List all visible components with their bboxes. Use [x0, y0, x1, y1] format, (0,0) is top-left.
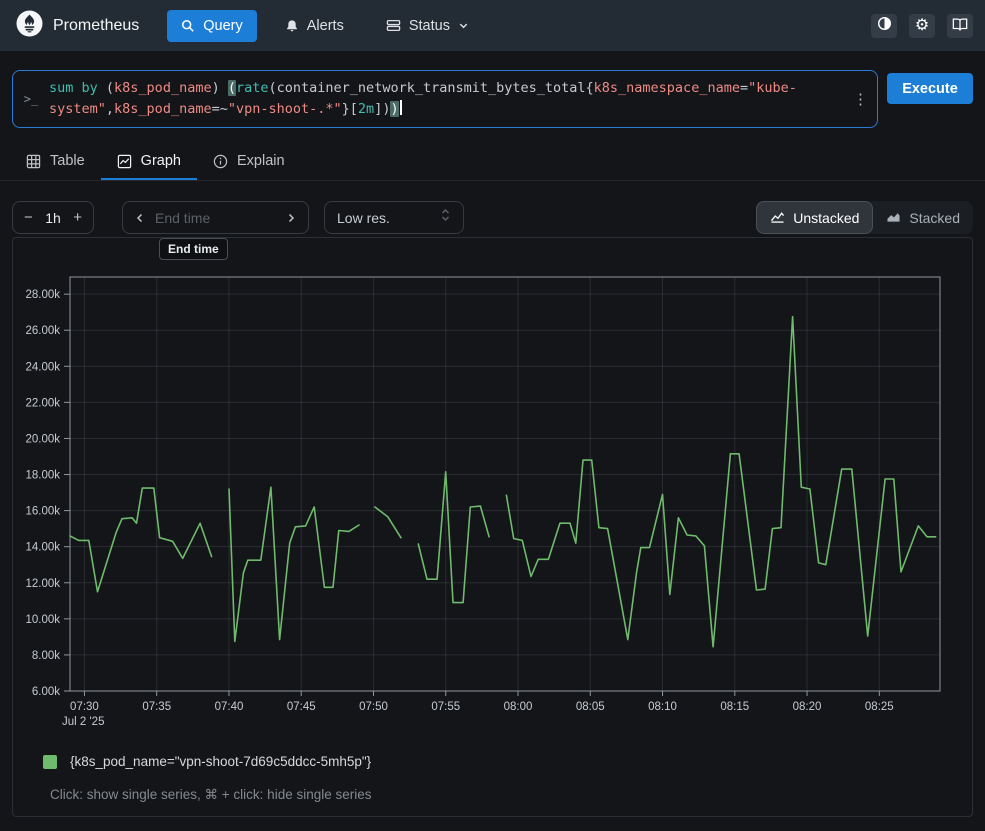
- svg-text:18.00k: 18.00k: [25, 470, 60, 482]
- terminal-prompt-icon: >_: [13, 92, 49, 106]
- promql-expression-input[interactable]: >_ sum by (k8s_pod_name) (rate(container…: [12, 70, 878, 128]
- svg-text:14.00k: 14.00k: [25, 542, 60, 554]
- bell-icon: [285, 19, 299, 33]
- chevron-down-icon: [458, 20, 469, 31]
- time-back-button[interactable]: [134, 212, 146, 224]
- area-chart-icon: [886, 210, 901, 226]
- svg-text:08:25: 08:25: [865, 701, 894, 713]
- theme-toggle-button[interactable]: [871, 14, 897, 38]
- svg-text:12.00k: 12.00k: [25, 578, 60, 590]
- search-icon: [181, 19, 195, 33]
- svg-text:07:50: 07:50: [359, 701, 388, 713]
- stacking-segmented-control: Unstacked Stacked: [756, 201, 973, 234]
- result-tabs: Table Graph Explain: [0, 145, 985, 181]
- nav-alerts[interactable]: Alerts: [271, 10, 358, 42]
- graph-panel: 28.00k 26.00k 24.00k 22.00k 20.00k 18.00k 16.0…: [12, 237, 973, 817]
- app-title: Prometheus: [53, 17, 139, 35]
- info-icon: [213, 154, 228, 169]
- svg-text:24.00k: 24.00k: [25, 361, 60, 373]
- svg-text:07:40: 07:40: [215, 701, 244, 713]
- range-stepper[interactable]: − 1h +: [12, 201, 94, 234]
- range-decrease-button[interactable]: −: [24, 209, 33, 226]
- svg-text:28.00k: 28.00k: [25, 289, 60, 301]
- svg-text:07:45: 07:45: [287, 701, 316, 713]
- legend-series-label: {k8s_pod_name="vpn-shoot-7d69c5ddcc-5mh5…: [70, 754, 371, 769]
- svg-text:22.00k: 22.00k: [25, 397, 60, 409]
- tab-table-label: Table: [50, 153, 85, 169]
- table-icon: [26, 154, 41, 169]
- graph-controls: − 1h + End time Low res. Unstacked: [12, 201, 973, 234]
- svg-text:07:55: 07:55: [431, 701, 460, 713]
- svg-text:08:20: 08:20: [793, 701, 822, 713]
- legend-hint-text: Click: show single series, ⌘ + click: hi…: [50, 787, 972, 803]
- nav-query[interactable]: Query: [167, 10, 257, 42]
- unstacked-segment[interactable]: Unstacked: [756, 201, 873, 234]
- select-caret-icon: [440, 208, 451, 227]
- svg-text:Jul 2 '25: Jul 2 '25: [62, 716, 104, 728]
- tab-explain-label: Explain: [237, 153, 285, 169]
- server-stack-icon: [386, 18, 401, 33]
- svg-text:08:15: 08:15: [720, 701, 749, 713]
- tab-graph[interactable]: Graph: [101, 145, 197, 180]
- gear-icon: ⚙︎: [915, 18, 929, 34]
- svg-text:07:35: 07:35: [142, 701, 171, 713]
- range-increase-button[interactable]: +: [73, 209, 82, 226]
- end-time-placeholder[interactable]: End time: [155, 210, 285, 226]
- svg-text:07:30: 07:30: [70, 701, 99, 713]
- resolution-select[interactable]: Low res.: [324, 201, 464, 234]
- unstacked-label: Unstacked: [793, 210, 859, 226]
- svg-text:6.00k: 6.00k: [32, 686, 60, 698]
- nav-query-label: Query: [203, 18, 243, 34]
- nav-status-label: Status: [409, 18, 450, 34]
- graph-icon: [117, 154, 132, 169]
- end-time-tooltip: End time: [159, 238, 228, 260]
- text-cursor: [400, 100, 402, 115]
- promql-code[interactable]: sum by (k8s_pod_name) (rate(container_ne…: [49, 78, 797, 120]
- svg-text:16.00k: 16.00k: [25, 506, 60, 518]
- brand[interactable]: Prometheus: [16, 10, 139, 42]
- query-row: >_ sum by (k8s_pod_name) (rate(container…: [0, 51, 985, 128]
- promql-line-1: sum by (k8s_pod_name) (rate(container_ne…: [49, 78, 797, 99]
- svg-text:26.00k: 26.00k: [25, 325, 60, 337]
- end-time-input[interactable]: End time: [122, 201, 309, 234]
- line-chart-icon: [770, 210, 785, 226]
- range-value[interactable]: 1h: [45, 210, 61, 226]
- time-forward-button[interactable]: [285, 212, 297, 224]
- svg-text:08:00: 08:00: [504, 701, 533, 713]
- legend-item[interactable]: {k8s_pod_name="vpn-shoot-7d69c5ddcc-5mh5…: [43, 754, 972, 769]
- resolution-value: Low res.: [337, 210, 390, 226]
- svg-text:20.00k: 20.00k: [25, 433, 60, 445]
- tab-graph-label: Graph: [141, 153, 181, 169]
- tab-table[interactable]: Table: [10, 145, 101, 180]
- svg-text:8.00k: 8.00k: [32, 650, 60, 662]
- query-options-kebab-icon[interactable]: ⋮: [853, 90, 868, 108]
- svg-text:08:05: 08:05: [576, 701, 605, 713]
- execute-button[interactable]: Execute: [887, 73, 973, 104]
- docs-button[interactable]: [947, 14, 973, 38]
- stacked-segment[interactable]: Stacked: [873, 201, 973, 234]
- svg-text:10.00k: 10.00k: [25, 614, 60, 626]
- time-series-chart[interactable]: 28.00k 26.00k 24.00k 22.00k 20.00k 18.00k 16.0…: [13, 238, 972, 730]
- settings-button[interactable]: ⚙︎: [909, 14, 935, 38]
- tab-explain[interactable]: Explain: [197, 145, 301, 180]
- svg-text:08:10: 08:10: [648, 701, 677, 713]
- stacked-label: Stacked: [909, 210, 960, 226]
- book-icon: [952, 17, 968, 35]
- nav-status-menu[interactable]: Status: [372, 10, 483, 42]
- contrast-icon: [877, 16, 892, 35]
- prometheus-logo-icon: [16, 10, 43, 42]
- promql-line-2: system",k8s_pod_name=~"vpn-shoot-.*"}[2m…: [49, 99, 797, 120]
- legend-swatch: [43, 755, 57, 769]
- navbar: Prometheus Query Alerts: [0, 0, 985, 51]
- nav-alerts-label: Alerts: [307, 18, 344, 34]
